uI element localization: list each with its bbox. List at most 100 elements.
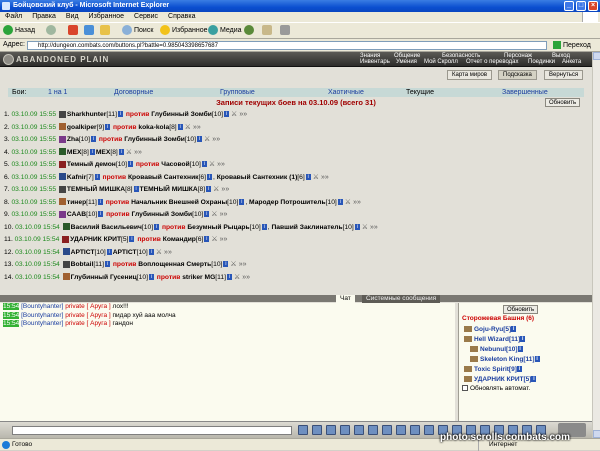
menu-help[interactable]: Справка: [163, 12, 200, 22]
fighter-b[interactable]: Глубинный Зомби: [124, 136, 185, 143]
info-icon[interactable]: i: [104, 261, 110, 268]
info-icon[interactable]: i: [90, 136, 96, 143]
info-icon[interactable]: i: [197, 136, 203, 143]
fighter-c[interactable]: Мародер Потрошитель: [249, 199, 326, 206]
battle-row[interactable]: 2. 03.10.09 15:55 goalkiper[9] i против k…: [4, 122, 588, 135]
battle-row[interactable]: 5. 03.10.09 15:55 Темный демон[10] i прот…: [4, 159, 588, 172]
view-battle-icon[interactable]: »»: [353, 197, 361, 210]
chat-sender[interactable]: [Bountyhanter]: [21, 303, 63, 310]
fighter-a[interactable]: СААВ: [67, 211, 86, 218]
frame-splitter[interactable]: [0, 295, 592, 302]
info-icon[interactable]: i: [239, 198, 245, 205]
crossed-swords-icon[interactable]: ⚔: [345, 197, 351, 210]
tab-chaotic[interactable]: Хаотичные: [328, 88, 364, 97]
fighter-c[interactable]: Павший Заклинатель: [271, 224, 342, 231]
crossed-swords-icon[interactable]: ⚔: [156, 247, 162, 260]
view-battle-icon[interactable]: »»: [220, 209, 228, 222]
info-icon[interactable]: i: [177, 123, 183, 130]
tab-system-messages[interactable]: Системные сообщения: [362, 295, 441, 303]
contacts-icon[interactable]: [368, 425, 378, 435]
crossed-swords-icon[interactable]: ⚔: [213, 184, 219, 197]
fighter-b[interactable]: koka-kola: [138, 124, 169, 131]
nav-transfer-report[interactable]: Отчет о переводах: [466, 59, 519, 65]
crossed-swords-icon[interactable]: ⚔: [204, 134, 210, 147]
exit-chat-icon[interactable]: [424, 425, 434, 435]
crossed-swords-icon[interactable]: ⚔: [209, 159, 215, 172]
auto-refresh-checkbox[interactable]: Обновлять автомат.: [462, 385, 530, 392]
info-icon[interactable]: i: [223, 261, 229, 268]
media-button[interactable]: Медиа: [208, 25, 242, 37]
info-icon[interactable]: i: [206, 186, 212, 193]
refresh-online-button[interactable]: Обновить: [503, 305, 539, 314]
info-icon[interactable]: i: [133, 186, 139, 193]
menu-tools[interactable]: Сервис: [129, 12, 163, 22]
fighter-a[interactable]: Василий Васильевич: [71, 224, 142, 231]
fighter-a[interactable]: тинер: [67, 199, 86, 206]
info-icon[interactable]: i: [534, 356, 540, 363]
info-icon[interactable]: i: [117, 111, 123, 118]
menu-view[interactable]: Вид: [61, 12, 84, 22]
home-button[interactable]: [100, 25, 112, 37]
view-battle-icon[interactable]: »»: [212, 134, 220, 147]
vertical-scrollbar[interactable]: [592, 52, 600, 438]
close-button[interactable]: ×: [588, 1, 598, 11]
info-icon[interactable]: i: [89, 148, 95, 155]
refresh-battles-button[interactable]: Обновить: [545, 98, 581, 107]
sound-icon[interactable]: [354, 425, 364, 435]
online-user[interactable]: Hell Wizard[11] i: [464, 336, 526, 343]
fighter-b[interactable]: striker MG: [182, 274, 215, 281]
view-battle-icon[interactable]: »»: [321, 172, 329, 185]
menu-file[interactable]: Файл: [0, 12, 27, 22]
crossed-swords-icon[interactable]: ⚔: [313, 172, 319, 185]
info-icon[interactable]: i: [226, 273, 232, 280]
battle-row[interactable]: 11. 03.10.09 15:54 УДАРНИК КРИТ[5] i прот…: [4, 234, 588, 247]
online-user-name[interactable]: УДАРНИК КРИТ: [474, 376, 523, 383]
online-user[interactable]: Nebunul[10] i: [470, 346, 523, 353]
chat-sender[interactable]: [Bountyhanter]: [21, 320, 63, 327]
info-icon[interactable]: i: [98, 211, 104, 218]
view-battle-icon[interactable]: »»: [239, 259, 247, 272]
view-battle-icon[interactable]: »»: [221, 184, 229, 197]
battle-row[interactable]: 12. 03.10.09 15:54 АРТIСТ[10] i АРТIСТ[10]…: [4, 247, 588, 260]
crossed-swords-icon[interactable]: ⚔: [211, 234, 217, 247]
info-icon[interactable]: i: [106, 248, 112, 255]
nav-my-scroll[interactable]: Мой Скролл: [424, 59, 458, 65]
fighter-b[interactable]: Воплощенная Смерть: [138, 261, 211, 268]
online-user-name[interactable]: Goju-Ryu: [474, 326, 503, 333]
translit-icon[interactable]: [382, 425, 392, 435]
fighter-a[interactable]: goalkiper: [67, 124, 97, 131]
crossed-swords-icon[interactable]: ⚔: [231, 109, 237, 122]
minimize-button[interactable]: _: [564, 1, 574, 11]
view-battle-icon[interactable]: »»: [220, 234, 228, 247]
info-icon[interactable]: i: [148, 248, 154, 255]
tab-group[interactable]: Групповые: [220, 88, 255, 97]
favorites-button[interactable]: Избранное: [160, 25, 207, 37]
online-user-name[interactable]: Skeleton King: [480, 356, 523, 363]
fighter-a[interactable]: Темный демон: [67, 161, 116, 168]
view-battle-icon[interactable]: »»: [164, 247, 172, 260]
fighter-b[interactable]: Командир: [163, 236, 196, 243]
nav-inventory[interactable]: Инвентарь: [360, 59, 390, 65]
battle-row[interactable]: 6. 03.10.09 15:55 Kafnir[7] i против Кров…: [4, 172, 588, 185]
online-user[interactable]: УДАРНИК КРИТ[5] i: [464, 376, 537, 383]
online-user-name[interactable]: Nebunul: [480, 346, 506, 353]
info-icon[interactable]: i: [97, 198, 103, 205]
filter-icon[interactable]: [340, 425, 350, 435]
smile-icon[interactable]: [312, 425, 322, 435]
info-icon[interactable]: i: [204, 211, 210, 218]
info-icon[interactable]: i: [148, 273, 154, 280]
battle-row[interactable]: 4. 03.10.09 15:55 MEX[8] i MEX[8] i ⚔»»: [4, 147, 588, 160]
scroll-up-icon[interactable]: [593, 52, 600, 60]
fighter-b[interactable]: Безумный Рыцарь: [187, 224, 249, 231]
fighter-b[interactable]: АРТIСТ: [113, 249, 137, 256]
info-icon[interactable]: i: [531, 376, 537, 383]
fighter-b[interactable]: Начальник Внешней Охраны: [131, 199, 227, 206]
view-battle-icon[interactable]: »»: [242, 272, 250, 285]
tab-arranged[interactable]: Договорные: [114, 88, 153, 97]
maximize-button[interactable]: □: [576, 1, 586, 11]
mail-button[interactable]: [262, 25, 274, 37]
info-icon[interactable]: i: [94, 173, 100, 180]
battle-row[interactable]: 9. 03.10.09 15:55 СААВ[10] i против Глуби…: [4, 209, 588, 222]
info-icon[interactable]: i: [129, 236, 135, 243]
info-icon[interactable]: i: [354, 223, 360, 230]
